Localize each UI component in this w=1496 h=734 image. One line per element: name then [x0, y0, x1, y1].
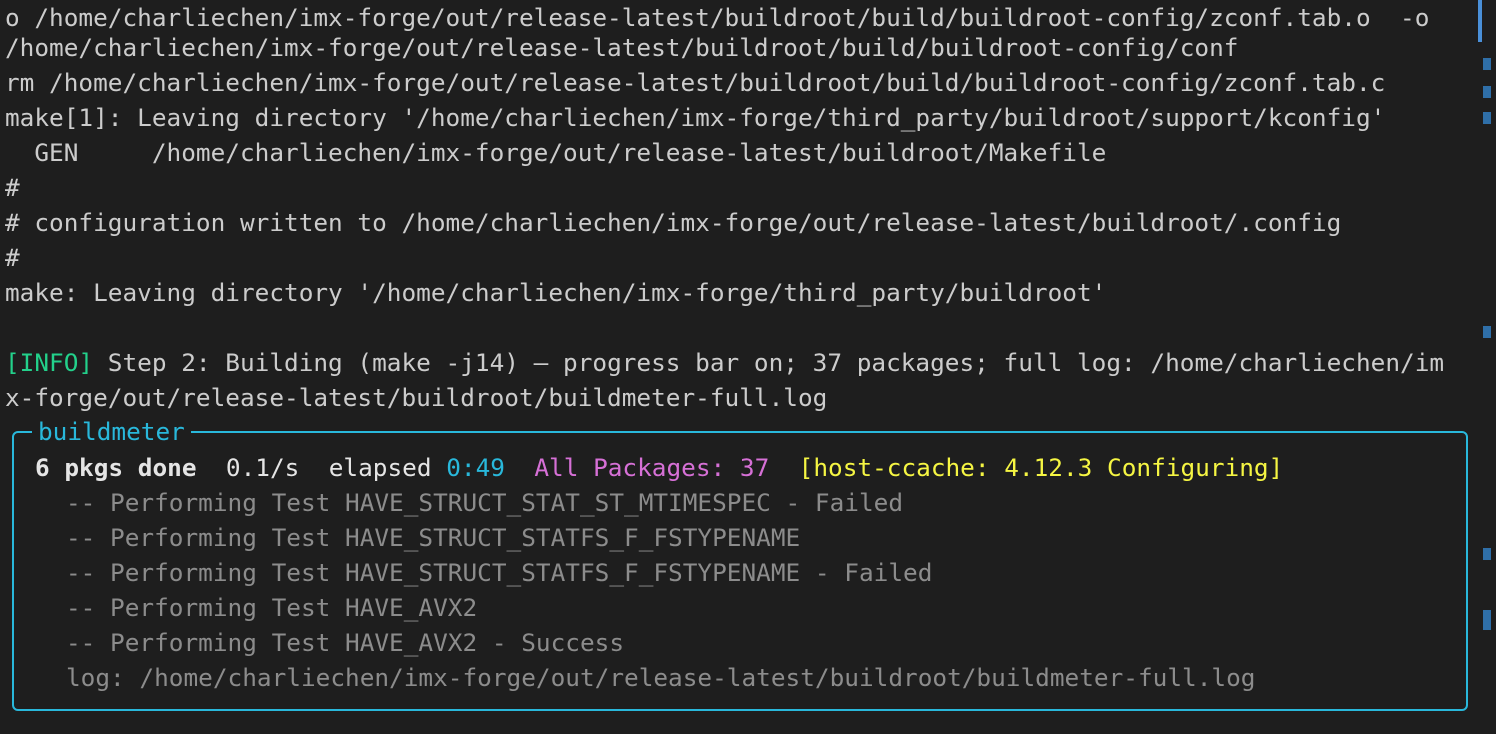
- output-line: make[1]: Leaving directory '/home/charli…: [5, 103, 1386, 132]
- buildmeter-log-line: -- Performing Test HAVE_AVX2 - Success: [66, 628, 625, 657]
- vertical-scrollbar[interactable]: [1478, 0, 1496, 734]
- info-line: [INFO] Step 2: Building (make -j14) — pr…: [5, 345, 1444, 380]
- pkgs-done: 6 pkgs done: [35, 453, 197, 482]
- buildmeter-title: buildmeter: [32, 416, 191, 448]
- buildmeter-status-line: 6 pkgs done 0.1/s elapsed 0:49 All Packa…: [35, 450, 1283, 485]
- build-rate: 0.1/s: [225, 453, 300, 482]
- output-line: rm /home/charliechen/imx-forge/out/relea…: [5, 68, 1386, 97]
- output-line: #: [5, 243, 20, 272]
- scrollbar-thumb[interactable]: [1478, 0, 1482, 42]
- output-line: #: [5, 173, 20, 202]
- info-text: Step 2: Building (make -j14) — progress …: [93, 348, 1445, 377]
- scroll-marker: [1483, 610, 1491, 630]
- info-line-wrap: x-forge/out/release-latest/buildroot/bui…: [5, 383, 828, 412]
- scroll-marker: [1483, 86, 1491, 98]
- scroll-marker: [1483, 58, 1491, 70]
- elapsed-label: elapsed: [328, 453, 432, 482]
- scroll-marker: [1483, 112, 1491, 124]
- buildmeter-log-line: -- Performing Test HAVE_AVX2: [66, 593, 478, 622]
- buildmeter-log-line: -- Performing Test HAVE_STRUCT_STATFS_F_…: [66, 523, 801, 552]
- scroll-marker: [1483, 326, 1491, 338]
- terminal-output[interactable]: o /home/charliechen/imx-forge/out/releas…: [0, 0, 1496, 734]
- current-package: [host-ccache: 4.12.3 Configuring]: [798, 453, 1284, 482]
- scroll-marker: [1483, 548, 1491, 560]
- output-line: /home/charliechen/imx-forge/out/release-…: [5, 33, 1239, 62]
- buildmeter-log-line: -- Performing Test HAVE_STRUCT_STATFS_F_…: [66, 558, 933, 587]
- output-line: # configuration written to /home/charlie…: [5, 208, 1342, 237]
- buildmeter-log-line: -- Performing Test HAVE_STRUCT_STAT_ST_M…: [66, 488, 904, 517]
- all-packages: All Packages: 37: [534, 453, 770, 482]
- info-tag: [INFO]: [5, 348, 94, 377]
- elapsed-value: 0:49: [446, 453, 505, 482]
- output-line: GEN /home/charliechen/imx-forge/out/rele…: [5, 138, 1107, 167]
- output-line: make: Leaving directory '/home/charliech…: [5, 278, 1107, 307]
- buildmeter-log-path: log: /home/charliechen/imx-forge/out/rel…: [66, 663, 1256, 692]
